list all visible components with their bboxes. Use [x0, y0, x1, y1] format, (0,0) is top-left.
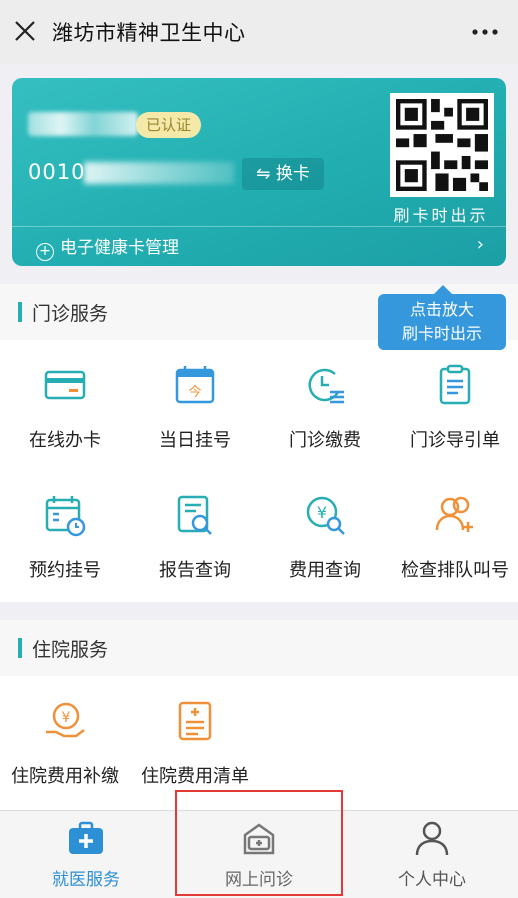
medical-kit-icon: [69, 821, 103, 854]
inpatient-section-title: 住院服务: [32, 639, 109, 661]
tooltip-line-1: 点击放大: [409, 300, 474, 319]
top-bar: 潍坊市精神卫生中心: [0, 0, 518, 64]
manage-card-label: 电子健康卡管理: [60, 238, 179, 258]
tile-label: 门诊导引单: [410, 430, 500, 451]
more-options-icon[interactable]: [470, 20, 500, 44]
highlight-box: [175, 790, 343, 896]
qr-caption: 刷卡时出示: [393, 206, 489, 225]
inpatient-fee-list[interactable]: 住院费用清单: [130, 676, 260, 806]
verified-badge: 已认证: [136, 112, 202, 138]
calendar-today-icon: 今: [175, 366, 215, 404]
card-number: 0010: [28, 160, 86, 184]
queue-people-icon: [435, 496, 473, 532]
person-icon: [415, 821, 449, 856]
yen-search-icon: ¥: [306, 496, 345, 535]
yen-hand-icon: ¥: [46, 702, 85, 738]
qr-tooltip[interactable]: 点击放大 刷卡时出示: [378, 285, 506, 350]
swap-arrows-icon: ⇋: [256, 164, 271, 184]
clipboard-icon: [439, 364, 471, 405]
chevron-right-icon[interactable]: ›: [477, 234, 484, 255]
tab-label: 就医服务: [52, 870, 120, 890]
card-divider: [12, 226, 506, 227]
qr-code-icon: [396, 99, 488, 191]
tile-label: 费用查询: [289, 560, 361, 581]
section-accent-bar: [18, 638, 22, 658]
outpatient-payment[interactable]: 门诊缴费: [260, 340, 390, 470]
inpatient-section-header: 住院服务: [0, 620, 518, 676]
blurred-name: [28, 112, 138, 136]
tile-label: 当日挂号: [159, 430, 231, 451]
switch-card-label: 换卡: [275, 164, 310, 184]
outpatient-section-title: 门诊服务: [32, 303, 109, 325]
tile-label: 住院费用清单: [141, 766, 249, 787]
queue-calling[interactable]: 检查排队叫号: [390, 470, 518, 600]
tile-label: 门诊缴费: [289, 430, 361, 451]
online-card-application[interactable]: 在线办卡: [0, 340, 130, 470]
health-card[interactable]: 已认证 0010 ⇋ 换卡 刷卡时出示 + 电子健康卡管理 ›: [12, 78, 506, 266]
tile-label: 检查排队叫号: [401, 560, 509, 581]
tab-label: 个人中心: [398, 870, 466, 890]
svg-text:¥: ¥: [62, 710, 71, 726]
switch-card-button[interactable]: ⇋ 换卡: [242, 158, 324, 190]
close-icon[interactable]: [12, 18, 38, 44]
payment-clock-icon: [308, 368, 344, 404]
appointment-registration[interactable]: 预约挂号: [0, 470, 130, 600]
tooltip-line-2: 刷卡时出示: [401, 324, 482, 343]
bill-list-icon: [178, 701, 212, 741]
blurred-card-number: [84, 162, 234, 184]
svg-text:¥: ¥: [317, 503, 327, 522]
card-icon: [44, 370, 86, 400]
page-title: 潍坊市精神卫生中心: [52, 21, 246, 45]
svg-text:今: 今: [188, 384, 201, 400]
tile-label: 住院费用补缴: [11, 766, 119, 787]
outpatient-grid: 在线办卡 今 当日挂号 门诊缴费 门诊导引单 预约挂号 报告查询 ¥ 费用查询 …: [0, 340, 518, 602]
tile-label: 预约挂号: [29, 560, 101, 581]
plus-circle-icon: +: [36, 243, 54, 261]
fee-query[interactable]: ¥ 费用查询: [260, 470, 390, 600]
inpatient-fee-supplement[interactable]: ¥ 住院费用补缴: [0, 676, 130, 806]
qr-code[interactable]: [390, 93, 494, 197]
same-day-registration[interactable]: 今 当日挂号: [130, 340, 260, 470]
tile-label: 报告查询: [159, 560, 231, 581]
manage-card-link[interactable]: + 电子健康卡管理: [36, 233, 179, 261]
outpatient-guide[interactable]: 门诊导引单: [390, 340, 518, 470]
tab-personal-center[interactable]: 个人中心: [346, 811, 518, 898]
calendar-clock-icon: [45, 496, 86, 537]
report-search-icon: [177, 495, 212, 535]
report-query[interactable]: 报告查询: [130, 470, 260, 600]
tab-medical-service[interactable]: 就医服务: [0, 811, 172, 898]
tile-label: 在线办卡: [29, 430, 101, 451]
section-accent-bar: [18, 302, 22, 322]
